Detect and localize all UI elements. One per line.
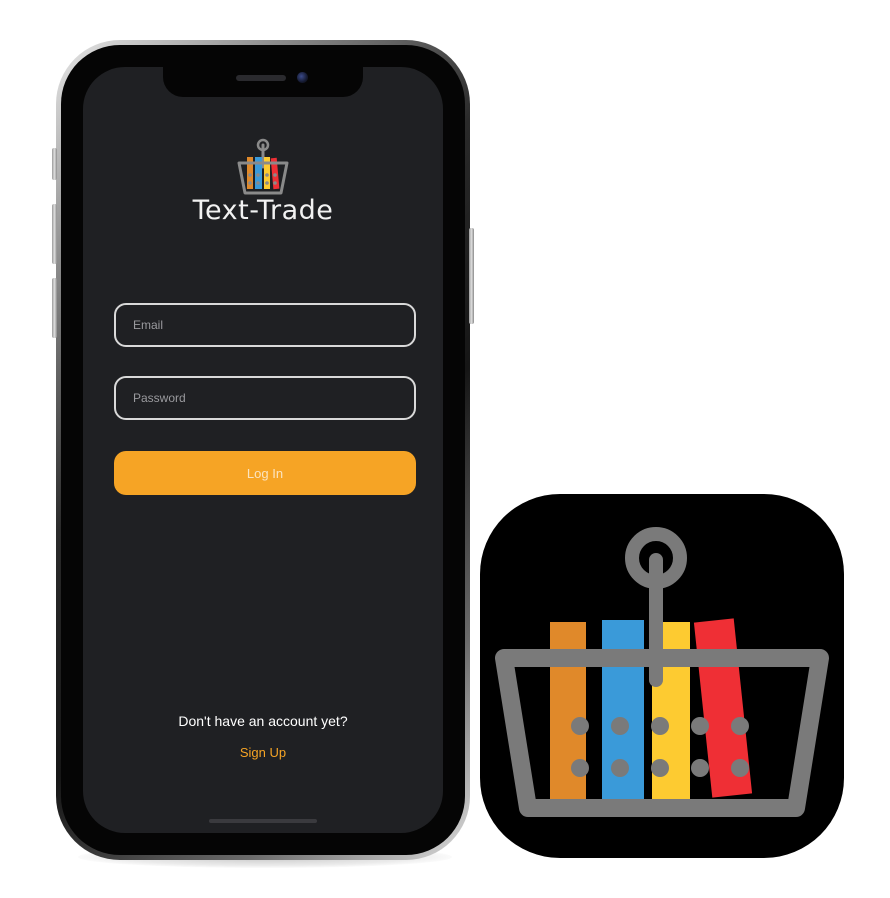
phone-frame: Text-Trade Email Password Log In Don't h… — [52, 40, 474, 860]
email-placeholder: Email — [133, 318, 164, 332]
home-indicator — [209, 819, 317, 823]
signup-link[interactable]: Sign Up — [83, 745, 443, 760]
app-icon — [480, 494, 844, 858]
volume-up-button — [52, 204, 57, 264]
password-field[interactable]: Password — [114, 376, 416, 420]
camera-icon — [297, 72, 308, 83]
book-basket-icon — [495, 527, 829, 817]
notch — [163, 67, 363, 97]
app-title: Text-Trade — [192, 195, 334, 226]
book-basket-icon — [237, 138, 289, 195]
volume-down-button — [52, 278, 57, 338]
password-placeholder: Password — [133, 391, 186, 405]
login-button[interactable]: Log In — [114, 451, 416, 495]
phone-bezel: Text-Trade Email Password Log In Don't h… — [61, 45, 465, 855]
mockup-stage: Text-Trade Email Password Log In Don't h… — [0, 0, 890, 898]
email-field[interactable]: Email — [114, 303, 416, 347]
mute-switch — [52, 148, 57, 180]
no-account-text: Don't have an account yet? — [178, 713, 348, 729]
power-button — [469, 228, 474, 324]
speaker-grille — [236, 75, 286, 81]
app-screen: Text-Trade Email Password Log In Don't h… — [83, 67, 443, 833]
